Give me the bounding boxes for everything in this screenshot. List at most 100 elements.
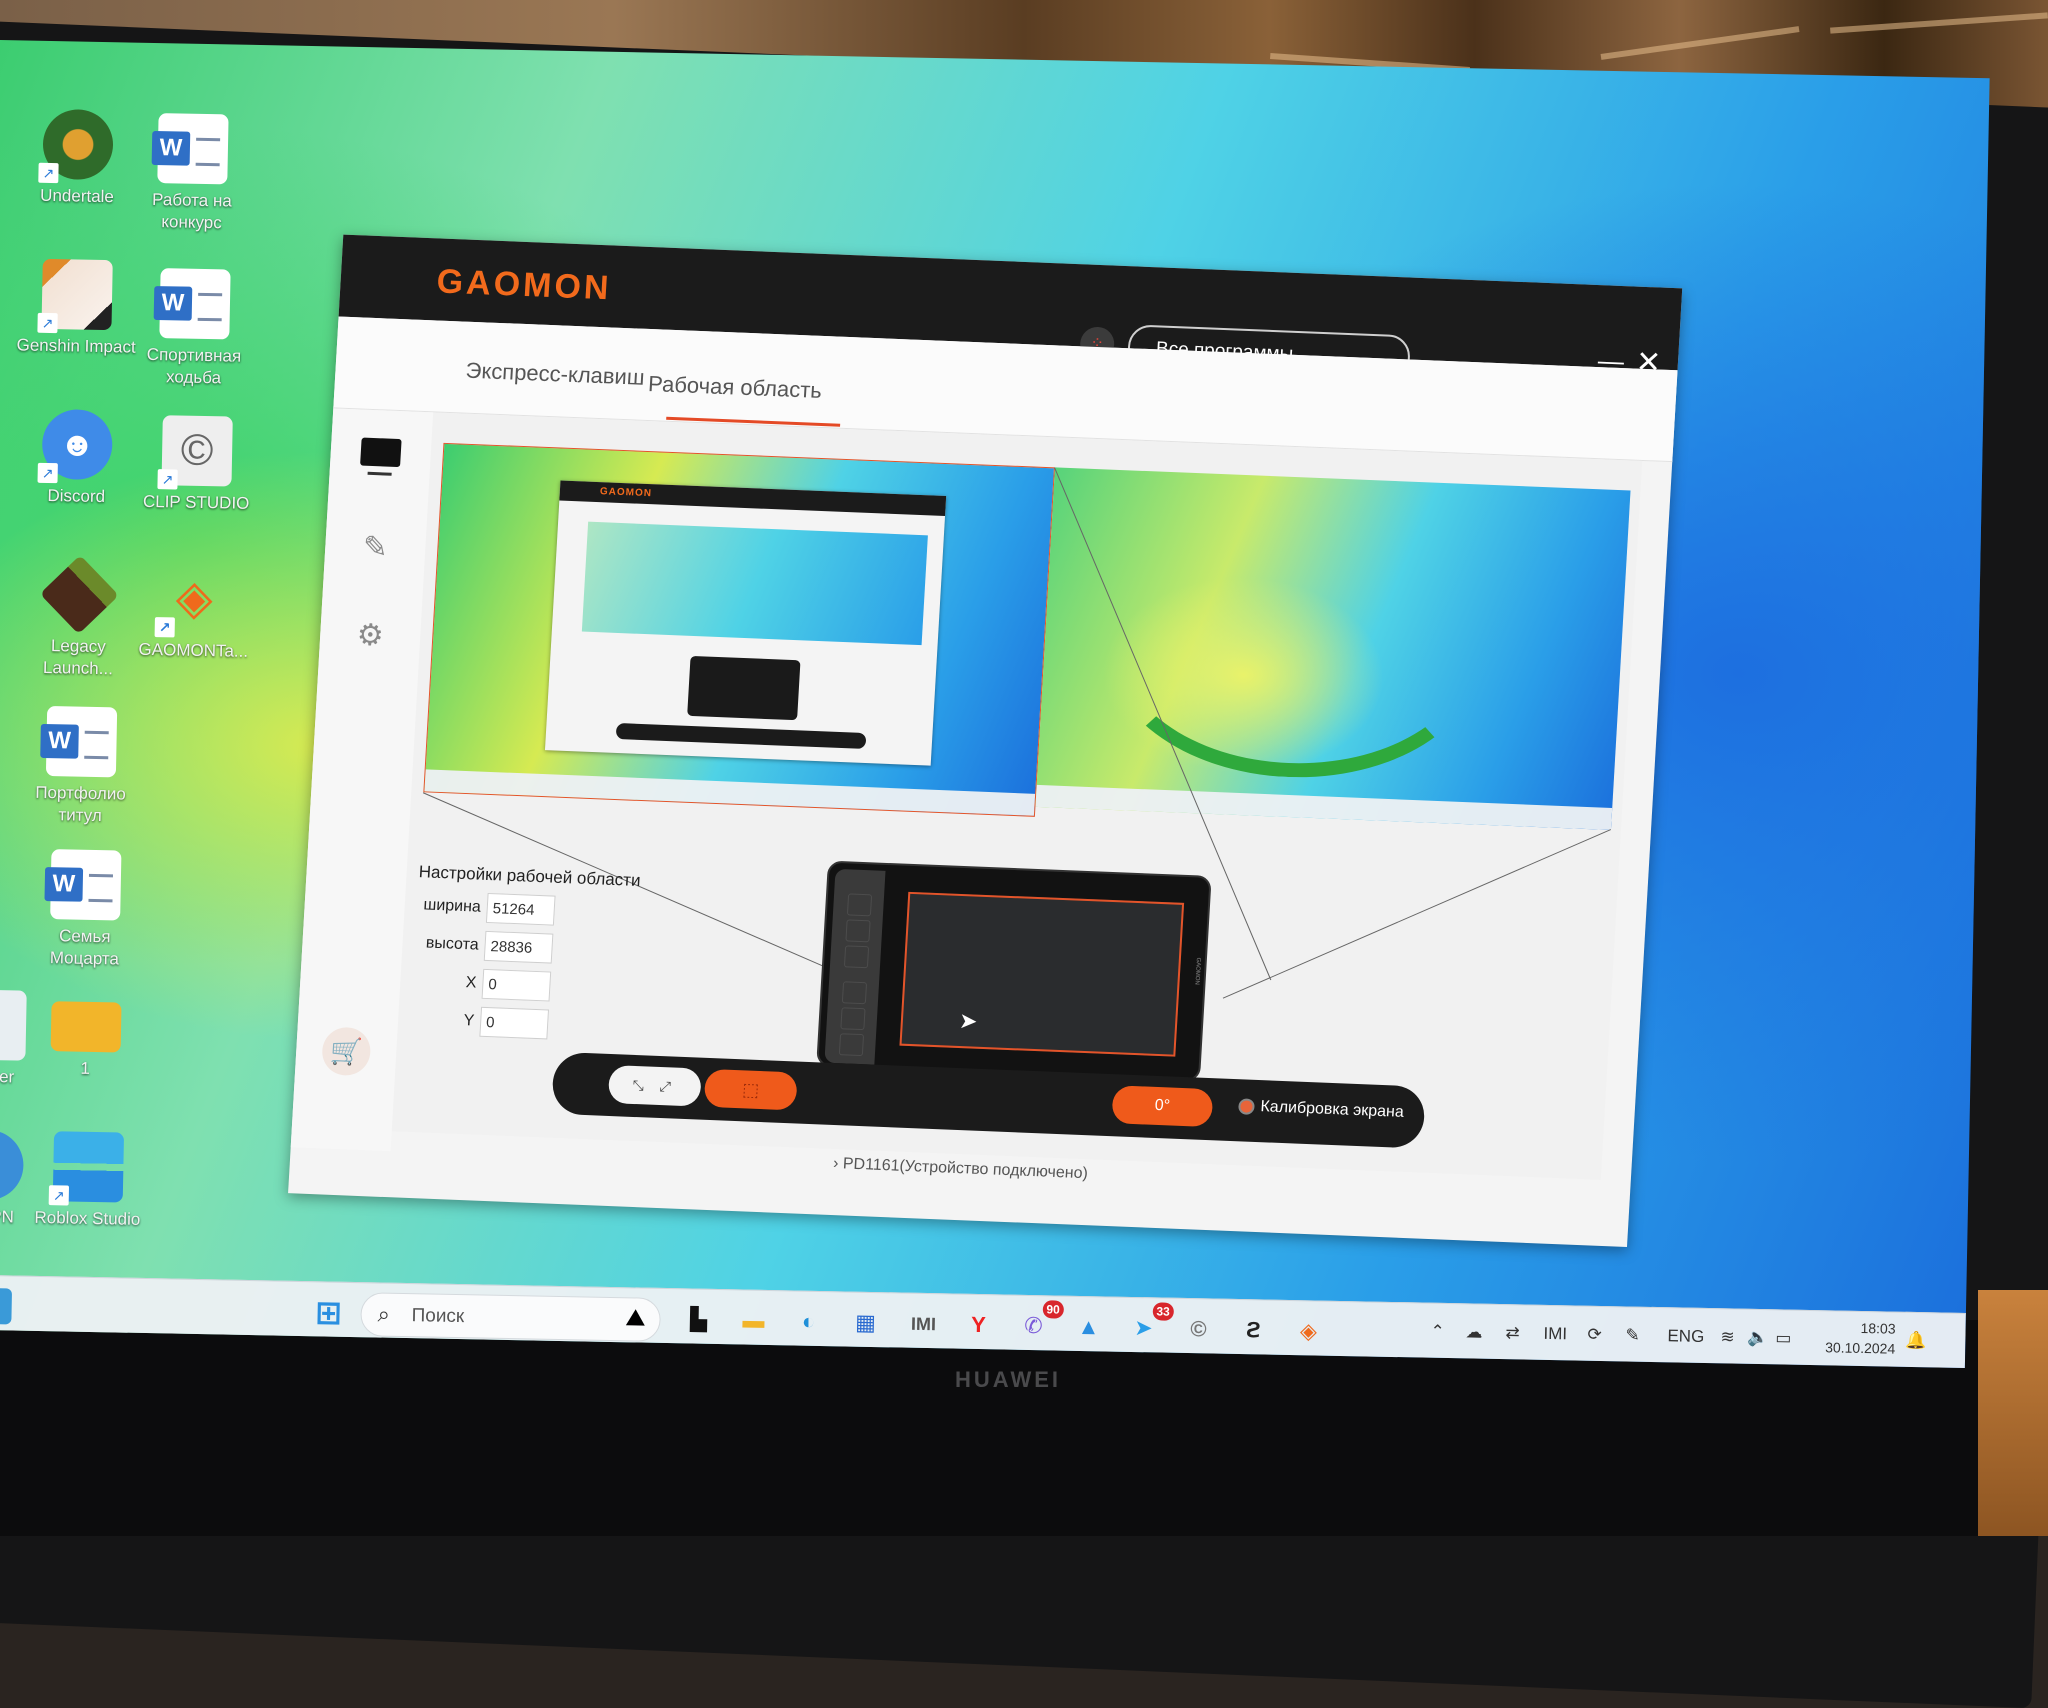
width-input[interactable] [485,892,556,926]
search-icon: ⌕ [377,1301,391,1327]
taskbar-yandex[interactable]: Y [960,1307,997,1344]
display-icon [360,437,402,468]
tray-sync-icon[interactable]: ⟳ [1587,1325,1602,1345]
desktop-icon-clip-studio[interactable]: © ↗ CLIP STUDIO [136,415,258,515]
minecraft-icon [39,555,119,635]
desktop-icon-document[interactable]: Спортивная ходьба [133,268,255,390]
tray-pc-manager-icon[interactable]: IMI [1543,1324,1567,1344]
rotation-button[interactable]: 0° [1111,1085,1214,1128]
taskbar-gaomon[interactable]: ◈ [1290,1313,1327,1350]
y-row: Y [409,1004,632,1043]
tablet-express-keys [824,868,886,1065]
show-hidden-icons[interactable]: ⌃ [1430,1322,1445,1342]
calibration-radio[interactable] [1238,1098,1255,1115]
monitor-preview-primary[interactable]: GAOMON [423,442,1055,817]
taskbar-store[interactable]: ▦ [847,1305,884,1342]
desktop-icon-document[interactable]: Семья Моцарта [24,849,146,971]
mini-gaomon-window: GAOMON [544,480,947,766]
height-row: высота [414,928,637,967]
taskbar-task-view[interactable]: ▙ [680,1301,717,1338]
search-box[interactable]: ⌕ Поиск ⛰ [360,1292,661,1342]
shortcut-arrow-icon: ↗ [154,617,175,638]
folder-icon [50,1001,122,1053]
notification-badge: 90 [1042,1300,1064,1319]
desktop-icon-gaomon[interactable]: ◈ ↗ GAOMONTa... [133,563,255,663]
wifi-icon[interactable]: ≋ [1720,1327,1735,1347]
desktop-icon-legacy-launcher[interactable]: Legacy Launch... [18,555,140,680]
sidebar-item-pen[interactable]: ✎ [354,527,396,569]
y-input[interactable] [479,1006,550,1040]
mini-taskbar [424,769,1036,816]
language-indicator[interactable]: ENG [1667,1326,1704,1347]
shopping-cart-icon: 🛒 [329,1035,364,1068]
clock[interactable]: 18:03 30.10.2024 [1805,1317,1896,1359]
gear-icon: ⚙ [355,618,385,653]
taskbar-telegram[interactable]: ➤ 33 [1125,1302,1174,1347]
height-input[interactable] [483,930,554,964]
desktop-icon-discord[interactable]: ☻ ↗ Discord [16,408,138,508]
vpn-icon [0,1129,25,1201]
genshin-icon: ↗ [37,258,113,334]
taskbar-file-explorer[interactable]: ▬ [735,1302,772,1339]
gaomon-tablet-icon: ◈ ↗ [154,563,230,638]
tab-express-keys[interactable]: Экспресс-клавиш [465,358,645,391]
search-highlight-icon: ⛰ [625,1304,646,1332]
taskbar-clip-studio-paint[interactable]: ϩ [1235,1312,1272,1349]
desktop-icon-player[interactable]: Player [0,989,52,1089]
tablet-active-area[interactable]: ➤ [899,891,1185,1057]
widgets-button[interactable] [0,1287,13,1325]
pen-icon: ✎ [361,530,389,565]
notification-bell-icon[interactable]: 🔔 [1905,1331,1927,1351]
sidebar-item-shop[interactable]: 🛒 [320,1026,372,1077]
word-document-icon [159,268,231,340]
tray-settings-icon[interactable]: ⇄ [1505,1323,1520,1343]
mini-taskbar [1035,784,1613,830]
x-row: X [412,966,635,1005]
calibration-label: Калибровка экрана [1260,1098,1405,1121]
tray-pen-icon[interactable]: ✎ [1625,1325,1640,1345]
x-input[interactable] [481,968,552,1002]
laptop-brand: HUAWEI [955,1367,1061,1392]
tablet-preview: ➤ GAOMON [816,860,1212,1082]
shortcut-arrow-icon: ↗ [157,469,178,490]
sidebar-item-settings[interactable]: ⚙ [349,615,391,657]
taskbar-clip-studio[interactable]: © [1180,1311,1217,1348]
clock-date: 30.10.2024 [1825,1339,1896,1357]
player-icon [0,989,27,1061]
full-area-button[interactable]: ⤡ ⤢ [607,1064,702,1107]
device-status-text: PD1161(Устройство подключено) [842,1155,1089,1183]
desktop-icon-vpn[interactable]: in VPN [0,1129,49,1229]
monitor-preview-secondary[interactable] [1035,467,1631,830]
roblox-studio-icon: ↗ [48,1131,125,1206]
table-edge [1978,1290,2048,1536]
shortcut-arrow-icon: ↗ [37,462,58,484]
desktop-icon-undertale[interactable]: ↗ Undertale [17,108,139,208]
taskbar-viber[interactable]: ✆ 90 [1015,1300,1064,1345]
taskbar-edge[interactable]: ◐ [790,1303,827,1340]
word-document-icon [50,849,122,921]
start-button[interactable]: ⊞ [310,1294,347,1331]
shortcut-arrow-icon: ↗ [37,312,58,334]
taskbar-photos[interactable]: ▲ [1070,1309,1107,1346]
word-document-icon [45,706,118,778]
discord-icon: ☻ ↗ [37,408,113,484]
desktop-icon-document[interactable]: Работа на конкурс [131,113,253,235]
cloud-off-icon[interactable]: ☁ [1465,1322,1482,1342]
battery-icon[interactable]: ▭ [1775,1328,1791,1348]
shortcut-arrow-icon: ↗ [38,162,59,184]
work-area-panel: GAOMON ➤ GAOMON Настройки рабочей област… [391,412,1643,1180]
dashed-rectangle-icon: ⬚ [741,1079,760,1100]
work-area-settings: Настройки рабочей области ширина высота … [409,862,641,1051]
gaomon-logo: GAOMON [435,262,613,308]
clip-studio-icon: © ↗ [157,415,233,490]
custom-area-button[interactable]: ⬚ [703,1068,798,1111]
volume-icon[interactable]: 🔈 [1747,1328,1769,1348]
shortcut-arrow-icon: ↗ [48,1185,70,1206]
desktop-icon-document[interactable]: Портфолио титул [20,706,142,828]
tab-work-area[interactable]: Рабочая область [647,371,822,404]
taskbar-pc-manager[interactable]: IMI [905,1306,942,1343]
desktop-icon-genshin[interactable]: ↗ Genshin Impact [16,258,138,358]
screen-calibration-option[interactable]: Калибровка экрана [1238,1097,1404,1122]
sidebar-item-display[interactable] [359,437,402,480]
settings-title: Настройки рабочей области [418,862,642,891]
